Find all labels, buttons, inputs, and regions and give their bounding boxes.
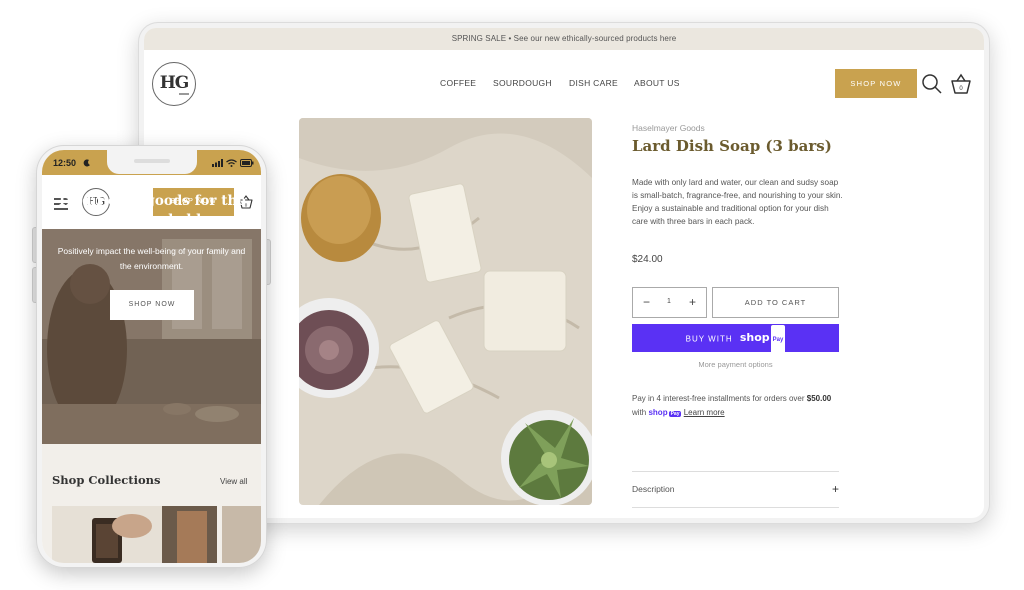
battery-icon (240, 159, 254, 167)
divider (632, 471, 839, 472)
basket-icon[interactable]: 0 (949, 72, 973, 96)
site-logo[interactable]: HG (152, 62, 196, 106)
installments-text: Pay in 4 interest-free installments for … (632, 394, 805, 403)
phone-speaker (134, 159, 170, 163)
product-title: Lard Dish Soap (3 bars) (632, 137, 832, 155)
quantity-increase-button[interactable]: + (689, 295, 696, 309)
description-accordion[interactable]: Description + (632, 482, 839, 496)
shop-pay-logo: shop Pay (740, 324, 786, 355)
product-price: $24.00 (632, 254, 663, 265)
announcement-bar[interactable]: SPRING SALE • See our new ethically-sour… (144, 28, 984, 50)
installments-with: with (632, 408, 647, 417)
divider (632, 507, 839, 508)
expand-plus-icon[interactable]: + (832, 482, 839, 496)
quantity-decrease-button[interactable]: − (643, 295, 650, 309)
logo-text: HG (159, 73, 190, 93)
moon-icon (83, 159, 90, 167)
wifi-icon (226, 159, 237, 167)
more-payment-options-link[interactable]: More payment options (632, 360, 839, 369)
product-image[interactable] (299, 118, 592, 505)
nav-item-coffee[interactable]: COFFEE (440, 78, 476, 88)
logo-tagline-mark (179, 93, 189, 95)
buy-with-shop-pay-button[interactable]: BUY WITH shop Pay (632, 324, 839, 355)
hero-subtitle: Positively impact the well-being of your… (57, 246, 246, 271)
nav-item-sourdough[interactable]: SOURDOUGH (493, 78, 552, 88)
shop-pay-inline-badge: Pay (668, 411, 682, 417)
quantity-stepper: − 1 + (632, 287, 707, 318)
hero-title: Traditional goods for the naturally-mind… (57, 193, 246, 228)
nav-item-dish-care[interactable]: DISH CARE (569, 78, 618, 88)
learn-more-link[interactable]: Learn more (684, 408, 725, 417)
desktop-screen: SPRING SALE • See our new ethically-sour… (144, 28, 984, 518)
search-icon[interactable] (921, 73, 943, 95)
shop-pay-inline-word: shop (648, 408, 668, 417)
signal-icon (212, 159, 223, 167)
collection-image-next[interactable] (222, 506, 261, 563)
description-label: Description (632, 484, 675, 494)
add-to-cart-button[interactable]: ADD TO CART (712, 287, 839, 318)
installments-info: Pay in 4 interest-free installments for … (632, 392, 837, 421)
hero-shop-now-button[interactable]: SHOP NOW (110, 290, 194, 320)
cart-count: 0 (959, 86, 963, 92)
status-time: 12:50 (53, 158, 77, 168)
installments-amount: $50.00 (806, 394, 832, 403)
view-all-link[interactable]: View all (220, 477, 247, 486)
quantity-value[interactable]: 1 (667, 298, 671, 305)
collection-image-coffee[interactable] (52, 506, 217, 563)
shop-pay-badge: Pay (770, 325, 786, 355)
shop-pay-inline-logo: shop Pay (648, 408, 682, 417)
buy-with-label: BUY WITH (685, 334, 733, 344)
nav-item-about-us[interactable]: ABOUT US (634, 78, 680, 88)
shop-now-button[interactable]: SHOP NOW (835, 69, 917, 98)
product-description: Made with only lard and water, our clean… (632, 178, 843, 226)
shop-pay-word: shop (739, 331, 770, 344)
product-brand[interactable]: Haselmayer Goods (632, 123, 705, 133)
mobile-screen: 12:50 HG SHOP NOW 0 Traditional goods fo… (42, 150, 261, 563)
collections-title: Shop Collections (52, 473, 161, 487)
